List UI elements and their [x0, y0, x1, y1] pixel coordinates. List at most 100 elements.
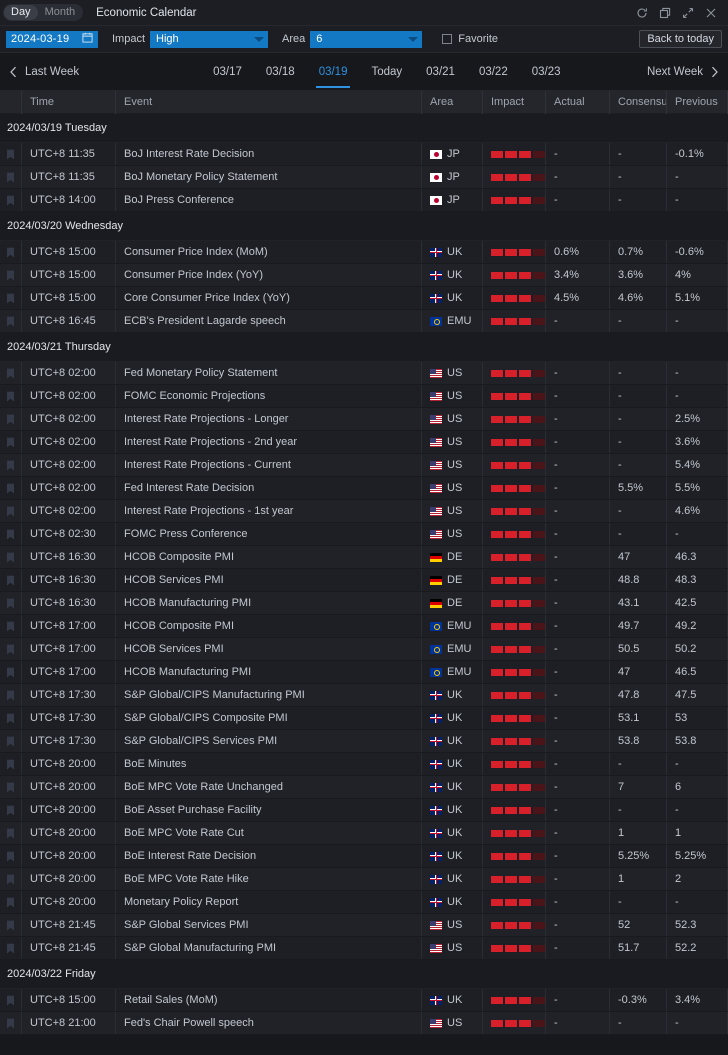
cell-event[interactable]: S&P Global/CIPS Manufacturing PMI [116, 684, 422, 706]
row-bookmark-cell[interactable] [0, 166, 22, 188]
bookmark-icon[interactable] [6, 690, 15, 701]
cell-event[interactable]: HCOB Manufacturing PMI [116, 592, 422, 614]
view-toggle-day[interactable]: Day [4, 5, 38, 20]
column-header-actual[interactable]: Actual [546, 91, 610, 114]
bookmark-icon[interactable] [6, 270, 15, 281]
table-row[interactable]: UTC+8 20:00BoE MPC Vote Rate CutUK-11 [0, 822, 728, 845]
table-row[interactable]: UTC+8 17:30S&P Global/CIPS Manufacturing… [0, 684, 728, 707]
cell-event[interactable]: Interest Rate Projections - Longer [116, 408, 422, 430]
row-bookmark-cell[interactable] [0, 868, 22, 890]
table-row[interactable]: UTC+8 02:00Fed Interest Rate DecisionUS-… [0, 477, 728, 500]
cell-event[interactable]: Fed Monetary Policy Statement [116, 362, 422, 384]
bookmark-icon[interactable] [6, 368, 15, 379]
close-icon[interactable] [705, 7, 717, 19]
cell-event[interactable]: Retail Sales (MoM) [116, 989, 422, 1011]
bookmark-icon[interactable] [6, 172, 15, 183]
bookmark-icon[interactable] [6, 316, 15, 327]
cell-event[interactable]: Interest Rate Projections - 1st year [116, 500, 422, 522]
cell-event[interactable]: BoE MPC Vote Rate Hike [116, 868, 422, 890]
row-bookmark-cell[interactable] [0, 431, 22, 453]
date-picker[interactable]: 2024-03-19 [6, 31, 98, 48]
last-week-button[interactable]: Last Week [9, 66, 79, 78]
table-row[interactable]: UTC+8 16:45ECB's President Lagarde speec… [0, 310, 728, 333]
row-bookmark-cell[interactable] [0, 638, 22, 660]
row-bookmark-cell[interactable] [0, 753, 22, 775]
table-row[interactable]: UTC+8 11:35BoJ Monetary Policy Statement… [0, 166, 728, 189]
table-row[interactable]: UTC+8 02:00FOMC Economic ProjectionsUS--… [0, 385, 728, 408]
bookmark-icon[interactable] [6, 897, 15, 908]
table-row[interactable]: UTC+8 02:00Interest Rate Projections - L… [0, 408, 728, 431]
cell-event[interactable]: S&P Global/CIPS Services PMI [116, 730, 422, 752]
expand-icon[interactable] [682, 7, 694, 19]
column-header-event[interactable]: Event [116, 91, 422, 114]
column-header-impact[interactable]: Impact [483, 91, 546, 114]
cell-event[interactable]: BoJ Interest Rate Decision [116, 143, 422, 165]
restore-icon[interactable] [659, 7, 671, 19]
column-header-area[interactable]: Area [422, 91, 483, 114]
cell-event[interactable]: S&P Global Services PMI [116, 914, 422, 936]
table-row[interactable]: UTC+8 17:00HCOB Manufacturing PMIEMU-474… [0, 661, 728, 684]
table-row[interactable]: UTC+8 02:30FOMC Press ConferenceUS--- [0, 523, 728, 546]
bookmark-icon[interactable] [6, 851, 15, 862]
row-bookmark-cell[interactable] [0, 385, 22, 407]
cell-event[interactable]: BoE MPC Vote Rate Cut [116, 822, 422, 844]
bookmark-icon[interactable] [6, 667, 15, 678]
bookmark-icon[interactable] [6, 713, 15, 724]
row-bookmark-cell[interactable] [0, 822, 22, 844]
table-row[interactable]: UTC+8 20:00Monetary Policy ReportUK--- [0, 891, 728, 914]
row-bookmark-cell[interactable] [0, 1012, 22, 1034]
row-bookmark-cell[interactable] [0, 189, 22, 211]
view-toggle[interactable]: Day Month [3, 4, 83, 21]
row-bookmark-cell[interactable] [0, 287, 22, 309]
table-row[interactable]: UTC+8 15:00Core Consumer Price Index (Yo… [0, 287, 728, 310]
table-row[interactable]: UTC+8 21:45S&P Global Manufacturing PMIU… [0, 937, 728, 960]
cell-event[interactable]: HCOB Services PMI [116, 638, 422, 660]
table-row[interactable]: UTC+8 20:00BoE MPC Vote Rate HikeUK-12 [0, 868, 728, 891]
cell-event[interactable]: BoE Minutes [116, 753, 422, 775]
bookmark-icon[interactable] [6, 552, 15, 563]
row-bookmark-cell[interactable] [0, 707, 22, 729]
table-row[interactable]: UTC+8 20:00BoE Asset Purchase FacilityUK… [0, 799, 728, 822]
day-tab-03-17[interactable]: 03/17 [201, 55, 254, 88]
bookmark-icon[interactable] [6, 529, 15, 540]
cell-event[interactable]: Fed's Chair Powell speech [116, 1012, 422, 1034]
table-row[interactable]: UTC+8 20:00BoE Interest Rate DecisionUK-… [0, 845, 728, 868]
table-row[interactable]: UTC+8 11:35BoJ Interest Rate DecisionJP-… [0, 143, 728, 166]
table-row[interactable]: UTC+8 02:00Interest Rate Projections - C… [0, 454, 728, 477]
row-bookmark-cell[interactable] [0, 241, 22, 263]
bookmark-icon[interactable] [6, 391, 15, 402]
row-bookmark-cell[interactable] [0, 264, 22, 286]
cell-event[interactable]: Fed Interest Rate Decision [116, 477, 422, 499]
row-bookmark-cell[interactable] [0, 684, 22, 706]
cell-event[interactable]: FOMC Economic Projections [116, 385, 422, 407]
row-bookmark-cell[interactable] [0, 914, 22, 936]
day-tab-today[interactable]: Today [359, 55, 414, 88]
row-bookmark-cell[interactable] [0, 477, 22, 499]
table-row[interactable]: UTC+8 20:00BoE MPC Vote Rate UnchangedUK… [0, 776, 728, 799]
row-bookmark-cell[interactable] [0, 569, 22, 591]
row-bookmark-cell[interactable] [0, 546, 22, 568]
refresh-icon[interactable] [636, 7, 648, 19]
row-bookmark-cell[interactable] [0, 937, 22, 959]
back-to-today-button[interactable]: Back to today [639, 30, 722, 48]
area-select[interactable]: 6 [310, 31, 422, 48]
row-bookmark-cell[interactable] [0, 523, 22, 545]
bookmark-icon[interactable] [6, 293, 15, 304]
bookmark-icon[interactable] [6, 805, 15, 816]
row-bookmark-cell[interactable] [0, 362, 22, 384]
bookmark-icon[interactable] [6, 483, 15, 494]
day-tab-03-22[interactable]: 03/22 [467, 55, 520, 88]
cell-event[interactable]: Consumer Price Index (MoM) [116, 241, 422, 263]
cell-event[interactable]: HCOB Manufacturing PMI [116, 661, 422, 683]
cell-event[interactable]: Monetary Policy Report [116, 891, 422, 913]
row-bookmark-cell[interactable] [0, 799, 22, 821]
row-bookmark-cell[interactable] [0, 891, 22, 913]
bookmark-icon[interactable] [6, 920, 15, 931]
row-bookmark-cell[interactable] [0, 408, 22, 430]
bookmark-icon[interactable] [6, 414, 15, 425]
row-bookmark-cell[interactable] [0, 615, 22, 637]
table-row[interactable]: UTC+8 21:45S&P Global Services PMIUS-525… [0, 914, 728, 937]
cell-event[interactable]: BoJ Press Conference [116, 189, 422, 211]
bookmark-icon[interactable] [6, 736, 15, 747]
cell-event[interactable]: Core Consumer Price Index (YoY) [116, 287, 422, 309]
